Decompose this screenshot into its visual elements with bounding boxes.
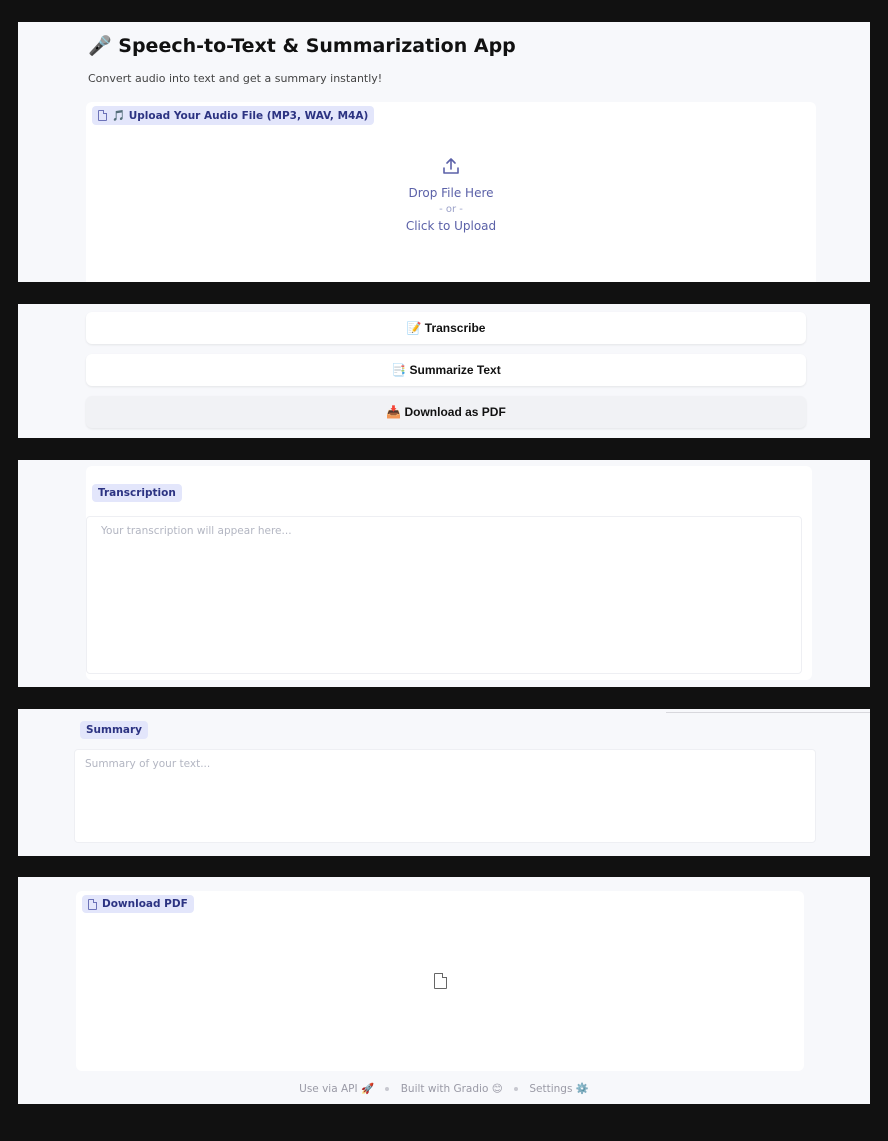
pdf-file-area[interactable] — [76, 972, 804, 989]
transcription-textarea[interactable]: Your transcription will appear here... — [86, 516, 802, 674]
actions-panel: 📝 Transcribe 📑 Summarize Text 📥 Download… — [18, 304, 870, 438]
download-pdf-label: Download PDF — [82, 895, 194, 913]
summarize-button[interactable]: 📑 Summarize Text — [86, 354, 806, 386]
download-card: Download PDF — [76, 891, 804, 1071]
summary-textarea[interactable]: Summary of your text... — [74, 749, 816, 843]
upload-card: 🎵 Upload Your Audio File (MP3, WAV, M4A)… — [86, 102, 816, 282]
file-icon — [98, 110, 107, 121]
app-subtitle: Convert audio into text and get a summar… — [88, 72, 383, 85]
footer-separator — [385, 1087, 390, 1091]
drop-file-text: Drop File Here — [408, 186, 494, 200]
summarize-label: 📑 Summarize Text — [391, 363, 501, 377]
settings-link[interactable]: Settings ⚙️ — [529, 1083, 588, 1095]
transcription-card: Transcription Your transcription will ap… — [86, 466, 812, 680]
summary-placeholder: Summary of your text... — [85, 758, 211, 770]
transcription-label: Transcription — [92, 484, 182, 502]
download-pdf-button[interactable]: 📥 Download as PDF — [86, 396, 806, 428]
upload-arrow-icon — [443, 158, 459, 174]
summary-panel: Summary Summary of your text... — [18, 709, 870, 856]
audio-drop-zone[interactable]: Drop File Here - or - Click to Upload — [86, 156, 816, 233]
or-separator: - or - — [439, 204, 463, 215]
footer-separator — [514, 1087, 519, 1091]
upload-label: 🎵 Upload Your Audio File (MP3, WAV, M4A) — [92, 106, 375, 125]
transcription-panel: Transcription Your transcription will ap… — [18, 460, 870, 687]
click-to-upload[interactable]: Click to Upload — [86, 219, 816, 233]
footer: Use via API 🚀 Built with Gradio 😊 Settin… — [18, 1082, 870, 1095]
use-via-api-link[interactable]: Use via API 🚀 — [299, 1083, 374, 1095]
download-label: 📥 Download as PDF — [386, 405, 506, 419]
divider — [666, 712, 870, 713]
file-icon — [88, 898, 97, 910]
app-title: 🎤 Speech-to-Text & Summarization App — [88, 35, 516, 57]
built-with-gradio-link[interactable]: Built with Gradio 😊 — [401, 1083, 503, 1095]
transcribe-button[interactable]: 📝 Transcribe — [86, 312, 806, 344]
transcribe-label: 📝 Transcribe — [406, 321, 486, 335]
transcription-placeholder: Your transcription will appear here... — [101, 525, 292, 537]
file-icon — [433, 972, 447, 989]
download-pdf-label-text: Download PDF — [102, 898, 188, 910]
download-panel: Download PDF Use via API 🚀 Built with Gr… — [18, 877, 870, 1104]
summary-label: Summary — [80, 721, 149, 739]
header-upload-panel: 🎤 Speech-to-Text & Summarization App Con… — [18, 22, 870, 282]
upload-label-text: 🎵 Upload Your Audio File (MP3, WAV, M4A) — [112, 110, 369, 122]
